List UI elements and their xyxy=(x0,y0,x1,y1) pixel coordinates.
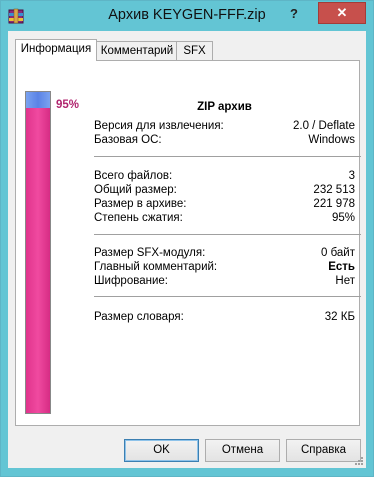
tab-comment[interactable]: Комментарий xyxy=(96,41,178,60)
info-value: 221 978 xyxy=(313,198,355,210)
info-label: Всего файлов: xyxy=(94,170,173,182)
separator xyxy=(94,296,361,297)
info-value: 0 байт xyxy=(320,247,355,259)
info-label: Шифрование: xyxy=(94,275,168,287)
info-row: Размер в архиве: 221 978 xyxy=(94,197,355,211)
close-icon: ✕ xyxy=(336,5,348,20)
info-row: Главный комментарий: Есть xyxy=(94,260,355,274)
separator xyxy=(94,156,361,157)
info-value: Нет xyxy=(335,275,355,287)
info-value: 32 КБ xyxy=(324,311,355,323)
tab-sfx[interactable]: SFX xyxy=(176,41,213,60)
info-label: Размер SFX-модуля: xyxy=(94,247,206,259)
dialog-window: Архив KEYGEN-FFF.zip ? ✕ Информация Комм… xyxy=(0,0,374,477)
resize-grip-icon[interactable] xyxy=(354,456,364,466)
info-row: Общий размер: 232 513 xyxy=(94,183,355,197)
info-row: Размер словаря: 32 КБ xyxy=(94,310,355,324)
information-panel: 95% ZIP архив Версия для извлечения: 2.0… xyxy=(15,60,361,426)
info-value: 95% xyxy=(331,212,355,224)
ratio-bar-fill xyxy=(26,108,50,413)
info-value: 3 xyxy=(348,170,355,182)
info-value: 232 513 xyxy=(313,184,355,196)
info-value: 2.0 / Deflate xyxy=(292,120,355,132)
title-bar[interactable]: Архив KEYGEN-FFF.zip ? ✕ xyxy=(1,1,373,31)
info-row: Всего файлов: 3 xyxy=(94,169,355,183)
compression-ratio-bar xyxy=(25,91,51,414)
info-value: Windows xyxy=(308,134,355,146)
title-help-button[interactable]: ? xyxy=(282,5,306,23)
info-label: Базовая ОС: xyxy=(94,134,162,146)
info-row: Шифрование: Нет xyxy=(94,274,355,288)
info-label: Версия для извлечения: xyxy=(94,120,224,132)
info-row: Степень сжатия: 95% xyxy=(94,211,355,225)
info-label: Размер в архиве: xyxy=(94,198,187,210)
info-row: Размер SFX-модуля: 0 байт xyxy=(94,246,355,260)
ok-button[interactable]: OK xyxy=(124,439,199,462)
archive-type-heading: ZIP архив xyxy=(197,101,252,113)
info-label: Общий размер: xyxy=(94,184,177,196)
info-label: Степень сжатия: xyxy=(94,212,183,224)
dialog-client-area: Информация Комментарий SFX 95% ZIP архив… xyxy=(8,31,366,468)
separator xyxy=(94,234,361,235)
info-label: Главный комментарий: xyxy=(94,261,218,273)
cancel-button[interactable]: Отмена xyxy=(205,439,280,462)
info-value: Есть xyxy=(328,261,355,273)
compression-ratio-label: 95% xyxy=(56,99,80,111)
info-label: Размер словаря: xyxy=(94,311,184,323)
close-button[interactable]: ✕ xyxy=(318,2,366,24)
ratio-bar-remainder xyxy=(26,92,50,108)
tab-information[interactable]: Информация xyxy=(15,39,97,61)
info-row: Базовая ОС: Windows xyxy=(94,133,355,147)
help-button[interactable]: Справка xyxy=(286,439,361,462)
info-row: Версия для извлечения: 2.0 / Deflate xyxy=(94,119,355,133)
